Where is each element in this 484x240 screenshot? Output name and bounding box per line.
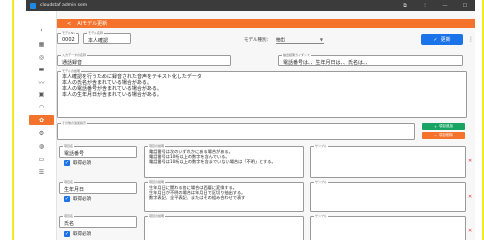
required-checkbox-label: 取得必須 <box>73 197 91 202</box>
headset-icon[interactable]: ◠ <box>26 102 57 112</box>
item-description-field[interactable]: 項目の説明 電話番号は次のいずれかにある場合がある。 電話番号は10桁以上の数字… <box>144 143 304 178</box>
update-button-label: 更新 <box>440 37 451 43</box>
screen-right-margin <box>475 0 484 240</box>
required-checkbox[interactable]: ✓ <box>64 196 70 202</box>
required-checkbox[interactable]: ✓ <box>64 160 70 166</box>
item-description-line: 数字表記、全平表記、またはその組み合わせで表す <box>149 195 246 200</box>
image-icon[interactable]: ▣ <box>26 89 57 99</box>
item-description-label: 項目の説明 <box>148 179 166 184</box>
page-header: < AIモデル更新 <box>57 19 475 28</box>
item-name-field[interactable]: 項目名 生年月日 <box>59 179 137 194</box>
window-title: cloudstaf admin sem <box>40 3 88 8</box>
delete-icon[interactable]: ✕ <box>468 194 472 200</box>
additional-instructions-label: その他の追加指示 <box>61 120 88 125</box>
delete-icon[interactable]: ✕ <box>468 158 472 164</box>
input-data-name-label: 入力データの名称 <box>61 52 88 57</box>
add-item-label: 項目追加 <box>438 124 453 128</box>
screen-left-margin <box>0 0 26 240</box>
delete-icon[interactable]: ✕ <box>468 228 472 234</box>
item-name-label: 項目名 <box>63 179 75 184</box>
model-no-value: 0002 <box>62 37 75 43</box>
item-description-text: 電話番号は次のいずれかにある場合がある。 電話番号は10桁以上の数字を含んでいる… <box>149 149 301 164</box>
item-description-text: 生年月日に関わる各に場合は西暦に変換する。 生年月日が不明の場合は年月日で区切り… <box>149 185 301 200</box>
minimize-button[interactable]: — <box>435 3 455 9</box>
chat-icon[interactable]: ▬ <box>26 64 57 74</box>
add-item-button[interactable]: + 項目追加 <box>422 123 465 130</box>
input-data-name-value: 通話録音 <box>62 60 83 66</box>
item-description-field[interactable]: 項目の説明 <box>144 213 304 240</box>
model-description-text: 本人確認を行うために録音された音声をテキスト化したデータ 本人の氏名が含まれてい… <box>62 74 202 98</box>
item-description-label: 項目の説明 <box>148 213 166 218</box>
description-line: 本人の生年月日が含まれている場合がある。 <box>62 92 162 98</box>
required-checkbox-label: 取得必須 <box>73 232 91 237</box>
required-checkbox[interactable]: ✓ <box>64 231 70 237</box>
model-description-label: モデルの説明 <box>61 68 82 73</box>
list-icon[interactable]: ☰ <box>26 167 57 177</box>
update-button[interactable]: ✓ 更新 <box>421 34 463 45</box>
trend-icon[interactable]: 〰 <box>26 77 57 87</box>
back-icon[interactable]: < <box>67 21 71 27</box>
model-type-select[interactable]: 抽出 ▼ <box>276 37 324 44</box>
item-name-field[interactable]: 項目名 電話番号 <box>59 143 137 158</box>
item-sample-field[interactable]: サンプル <box>310 143 466 178</box>
item-description-line: 電話番号は10桁以上の数字を含までいない場合は「不明」とする。 <box>149 159 276 164</box>
model-type-value: 抽出 <box>276 38 285 43</box>
item-name-label: 項目名 <box>63 213 75 218</box>
minus-icon: − <box>434 133 437 138</box>
app-window: cloudstaf admin sem ⧉ ⁝ — ☐ ‹ ▦ ◎ ▬ 〰 ▣ … <box>26 0 475 240</box>
item-name-field[interactable]: 項目名 氏名 <box>59 213 137 228</box>
item-name-value: 氏名 <box>64 221 75 227</box>
item-sample-field[interactable]: サンプル <box>310 179 466 212</box>
output-guidance-value: 電話番号は、、生年月日は、、氏名は、、 <box>283 60 371 66</box>
item-sample-field[interactable]: サンプル <box>310 213 466 240</box>
gear-icon[interactable]: ✿ <box>29 115 54 125</box>
item-name-value: 電話番号 <box>64 151 85 157</box>
item-description-field[interactable]: 項目の説明 生年月日に関わる各に場合は西暦に変換する。 生年月日が不明の場合は年… <box>144 179 304 212</box>
app-logo-icon <box>30 2 36 9</box>
maximize-button[interactable]: ☐ <box>455 3 475 9</box>
settings-icon[interactable]: ◎ <box>26 52 57 62</box>
window-titlebar: cloudstaf admin sem ⧉ ⁝ — ☐ <box>26 0 475 11</box>
additional-instructions-field[interactable]: その他の追加指示 <box>57 120 415 140</box>
left-border-stripe <box>12 0 14 240</box>
model-type-label: モデル種別： <box>244 38 271 43</box>
output-guidance-label: 抽出結果ガイダンス <box>282 52 311 57</box>
item-sample-label: サンプル <box>314 179 328 184</box>
collapse-icon[interactable]: ‹ <box>26 25 57 35</box>
page-title: AIモデル更新 <box>77 21 108 27</box>
chevron-down-icon: ▼ <box>319 37 323 42</box>
model-no-field[interactable]: モデルNo 0002 <box>57 30 79 44</box>
required-checkbox-label: 取得必須 <box>73 161 91 166</box>
model-name-label: モデル名称 <box>87 30 105 35</box>
kebab-menu-icon[interactable]: ⋮ <box>468 36 474 43</box>
item-name-value: 生年月日 <box>64 187 85 193</box>
item-sample-label: サンプル <box>314 143 328 148</box>
item-description-label: 項目の説明 <box>148 143 166 148</box>
check-icon: ✓ <box>433 36 438 43</box>
more-menu-icon[interactable]: ⁝ <box>415 3 435 9</box>
model-name-field[interactable]: モデル名称 本人確認 <box>83 30 131 44</box>
output-guidance-field[interactable]: 抽出結果ガイダンス 電話番号は、、生年月日は、、氏名は、、 <box>278 52 463 66</box>
sidebar-nav: ‹ ▦ ◎ ▬ 〰 ▣ ◠ ✿ ⚙ ◍ ▭ ☰ <box>26 11 57 240</box>
monitor-icon[interactable]: ▭ <box>26 154 57 164</box>
restore-icon[interactable]: ⧉ <box>395 3 415 9</box>
model-description-field[interactable]: モデルの説明 本人確認を行うために録音された音声をテキスト化したデータ 本人の氏… <box>57 68 467 118</box>
plus-icon: + <box>434 124 437 129</box>
window-controls: ⧉ ⁝ — ☐ <box>395 0 475 11</box>
delete-item-label: 項目削除 <box>438 133 453 137</box>
delete-item-button[interactable]: − 項目削除 <box>422 132 465 139</box>
input-data-name-field[interactable]: 入力データの名称 通話録音 <box>57 52 231 66</box>
item-name-label: 項目名 <box>63 143 75 148</box>
model-no-label: モデルNo <box>61 30 77 35</box>
item-sample-label: サンプル <box>314 213 328 218</box>
model-name-value: 本人確認 <box>88 38 109 44</box>
database-icon[interactable]: ◍ <box>26 141 57 151</box>
org-icon[interactable]: ⚙ <box>26 128 57 138</box>
grid-icon[interactable]: ▦ <box>26 39 57 49</box>
